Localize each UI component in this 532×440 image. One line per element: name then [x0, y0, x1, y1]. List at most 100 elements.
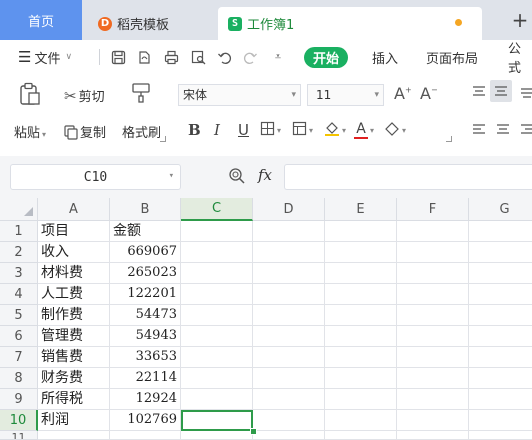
- row-header[interactable]: 10: [0, 410, 38, 431]
- cell-d4[interactable]: [253, 284, 325, 305]
- cell-f8[interactable]: [397, 368, 469, 389]
- row-header[interactable]: 8: [0, 368, 38, 389]
- redo-icon[interactable]: [242, 49, 258, 65]
- cell-g3[interactable]: [469, 263, 532, 284]
- cell-c1[interactable]: [181, 221, 253, 242]
- column-header-f[interactable]: F: [397, 198, 469, 221]
- column-header-a[interactable]: A: [38, 198, 110, 221]
- cell-a2[interactable]: 收入: [38, 242, 110, 263]
- cell-d5[interactable]: [253, 305, 325, 326]
- row-header[interactable]: 3: [0, 263, 38, 284]
- cell-g2[interactable]: [469, 242, 532, 263]
- tab-insert[interactable]: 插入: [372, 40, 398, 74]
- cell-a8[interactable]: 财务费: [38, 368, 110, 389]
- cell-f3[interactable]: [397, 263, 469, 284]
- row-header[interactable]: 5: [0, 305, 38, 326]
- row-header[interactable]: 2: [0, 242, 38, 263]
- insert-function-button[interactable]: fx: [258, 166, 272, 184]
- cell-d8[interactable]: [253, 368, 325, 389]
- format-painter-label[interactable]: 格式刷: [122, 122, 161, 141]
- cell-d7[interactable]: [253, 347, 325, 368]
- cell-f5[interactable]: [397, 305, 469, 326]
- tab-workbook[interactable]: S 工作簿1: [218, 7, 482, 40]
- column-header-g[interactable]: G: [469, 198, 532, 221]
- cell-b5[interactable]: 54473: [110, 305, 181, 326]
- tab-formula[interactable]: 公式: [508, 40, 532, 76]
- save-icon[interactable]: [110, 49, 126, 65]
- cell-e11[interactable]: [325, 431, 397, 440]
- cell-e4[interactable]: [325, 284, 397, 305]
- fill-handle[interactable]: [250, 428, 257, 435]
- format-painter-icon[interactable]: [130, 82, 152, 104]
- cell-e9[interactable]: [325, 389, 397, 410]
- font-group-launcher[interactable]: [446, 136, 452, 142]
- cell-g9[interactable]: [469, 389, 532, 410]
- cell-b4[interactable]: 122201: [110, 284, 181, 305]
- column-header-e[interactable]: E: [325, 198, 397, 221]
- row-header[interactable]: 1: [0, 221, 38, 242]
- cell-a4[interactable]: 人工费: [38, 284, 110, 305]
- cell-b11[interactable]: [110, 431, 181, 440]
- clear-format-button[interactable]: ▾: [384, 120, 406, 140]
- align-bottom-icon[interactable]: [520, 82, 532, 102]
- cell-f1[interactable]: [397, 221, 469, 242]
- cell-e5[interactable]: [325, 305, 397, 326]
- row-header[interactable]: 11: [0, 431, 38, 440]
- cell-f9[interactable]: [397, 389, 469, 410]
- cell-g10[interactable]: [469, 410, 532, 431]
- row-header[interactable]: 6: [0, 326, 38, 347]
- cell-b3[interactable]: 265023: [110, 263, 181, 284]
- cell-f10[interactable]: [397, 410, 469, 431]
- paste-button[interactable]: 粘贴 ▾: [14, 122, 46, 141]
- cell-f7[interactable]: [397, 347, 469, 368]
- cell-style-button[interactable]: ▾: [292, 120, 313, 140]
- undo-icon[interactable]: [216, 49, 232, 65]
- bold-button[interactable]: B: [188, 120, 201, 140]
- cell-g6[interactable]: [469, 326, 532, 347]
- cell-e6[interactable]: [325, 326, 397, 347]
- cell-b1[interactable]: 金额: [110, 221, 181, 242]
- cell-a7[interactable]: 销售费: [38, 347, 110, 368]
- cell-a9[interactable]: 所得税: [38, 389, 110, 410]
- row-header[interactable]: 7: [0, 347, 38, 368]
- new-tab-button[interactable]: +: [508, 6, 532, 34]
- cell-c5[interactable]: [181, 305, 253, 326]
- cell-e2[interactable]: [325, 242, 397, 263]
- font-size-select[interactable]: 11 ▾: [307, 84, 384, 106]
- tab-start[interactable]: 开始: [304, 47, 348, 68]
- column-header-c[interactable]: C: [181, 198, 253, 221]
- cell-g7[interactable]: [469, 347, 532, 368]
- print-icon[interactable]: [163, 49, 179, 65]
- tab-home[interactable]: 首页: [0, 0, 82, 40]
- name-box[interactable]: C10 ▾: [10, 164, 181, 190]
- borders-button[interactable]: ▾: [260, 120, 281, 140]
- copy-button[interactable]: 复制: [64, 122, 106, 144]
- decrease-font-size-icon[interactable]: A−: [420, 84, 438, 103]
- cell-c9[interactable]: [181, 389, 253, 410]
- cell-b8[interactable]: 22114: [110, 368, 181, 389]
- row-header[interactable]: 9: [0, 389, 38, 410]
- cell-a1[interactable]: 项目: [38, 221, 110, 242]
- tab-daoke-templates[interactable]: D 稻壳模板: [90, 7, 210, 40]
- paste-icon[interactable]: [19, 82, 41, 105]
- cell-b7[interactable]: 33653: [110, 347, 181, 368]
- italic-button[interactable]: I: [214, 120, 220, 140]
- cell-a11[interactable]: [38, 431, 110, 440]
- cell-a3[interactable]: 材料费: [38, 263, 110, 284]
- cell-c11[interactable]: [181, 431, 253, 440]
- cell-g4[interactable]: [469, 284, 532, 305]
- cell-f4[interactable]: [397, 284, 469, 305]
- zoom-icon[interactable]: [228, 167, 246, 185]
- cell-b9[interactable]: 12924: [110, 389, 181, 410]
- align-top-icon[interactable]: [472, 82, 486, 102]
- cell-c3[interactable]: [181, 263, 253, 284]
- cell-f6[interactable]: [397, 326, 469, 347]
- print-preview-icon[interactable]: [190, 49, 206, 65]
- cell-g1[interactable]: [469, 221, 532, 242]
- cell-a6[interactable]: 管理费: [38, 326, 110, 347]
- cell-c6[interactable]: [181, 326, 253, 347]
- cell-a5[interactable]: 制作费: [38, 305, 110, 326]
- column-header-d[interactable]: D: [253, 198, 325, 221]
- cell-c7[interactable]: [181, 347, 253, 368]
- cut-button[interactable]: ✂ 剪切: [64, 86, 105, 105]
